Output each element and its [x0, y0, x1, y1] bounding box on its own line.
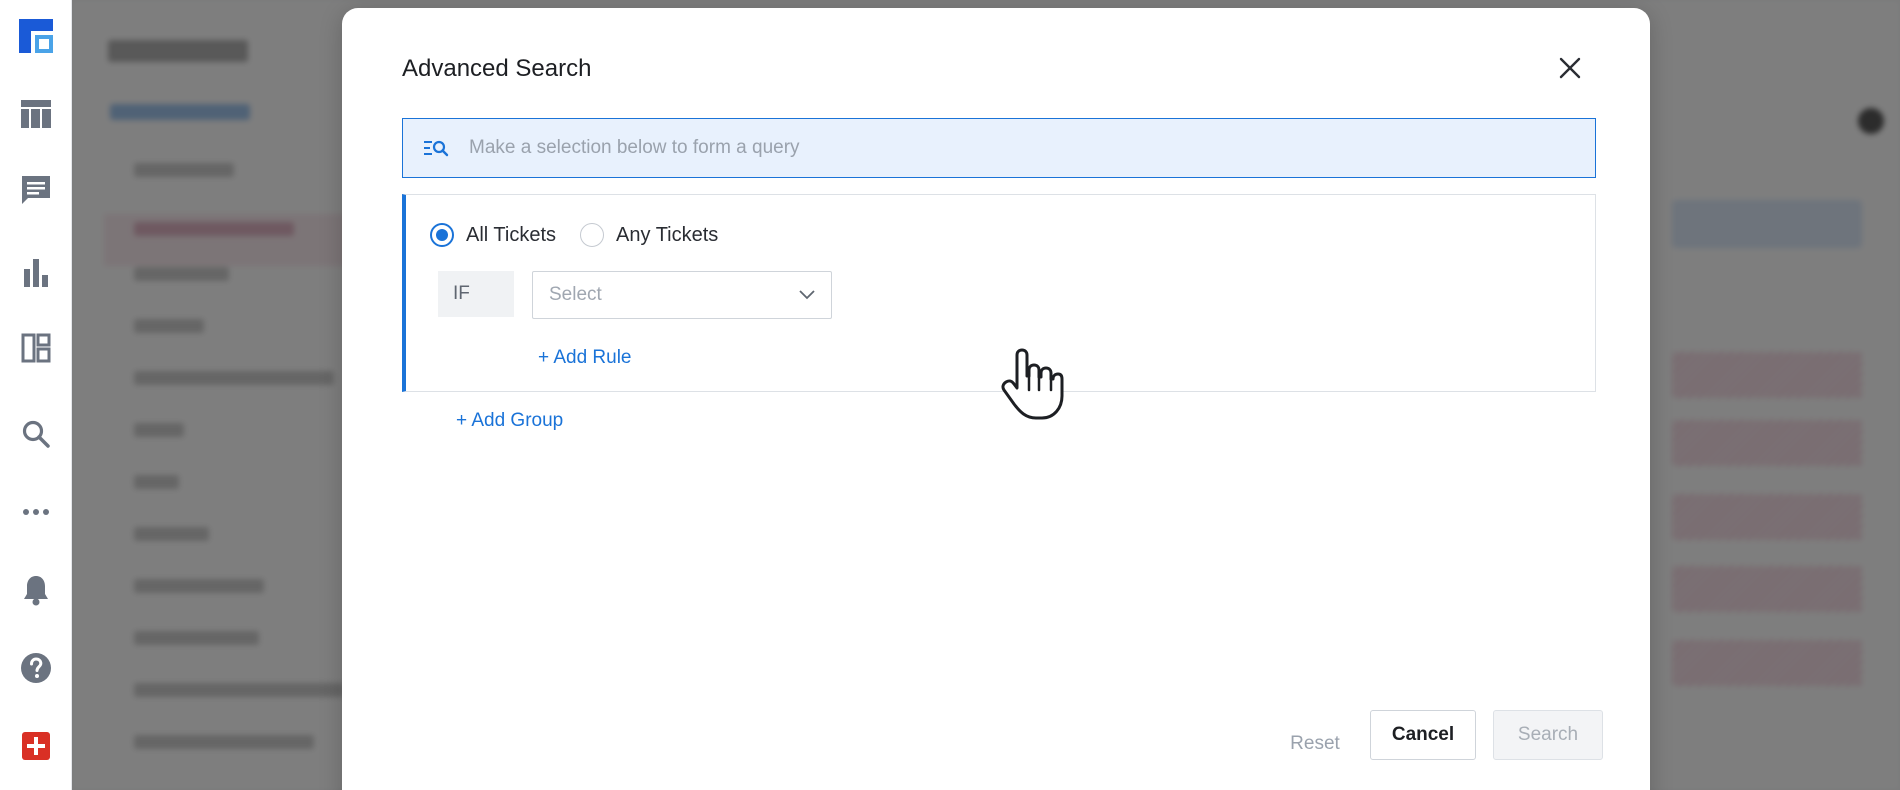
advanced-search-dialog: Advanced Search All Tickets Any Tickets … — [342, 8, 1650, 790]
query-search-icon — [424, 140, 449, 157]
add-group-button[interactable]: + Add Group — [456, 410, 563, 432]
cancel-button[interactable]: Cancel — [1370, 710, 1476, 760]
match-options: All Tickets Any Tickets — [430, 223, 742, 247]
bar-chart-icon[interactable] — [16, 252, 56, 292]
table-icon[interactable] — [16, 94, 56, 134]
chat-icon[interactable] — [16, 170, 56, 210]
query-input[interactable] — [469, 137, 1469, 159]
add-icon[interactable] — [16, 726, 56, 766]
dashboard-icon[interactable] — [16, 328, 56, 368]
radio-any-tickets[interactable]: Any Tickets — [580, 223, 718, 247]
chevron-down-icon — [799, 290, 815, 300]
more-icon[interactable] — [16, 492, 56, 532]
search-icon[interactable] — [16, 414, 56, 454]
rule-group: All Tickets Any Tickets IF Select + Add … — [402, 194, 1596, 392]
add-rule-button[interactable]: + Add Rule — [538, 347, 632, 369]
logo-icon[interactable] — [16, 16, 56, 56]
help-icon[interactable] — [16, 648, 56, 688]
radio-label: All Tickets — [466, 223, 557, 246]
dialog-title: Advanced Search — [402, 55, 592, 82]
radio-all-tickets[interactable]: All Tickets — [430, 223, 556, 247]
bell-icon[interactable] — [16, 570, 56, 610]
radio-indicator-selected[interactable] — [430, 223, 454, 247]
rule-field-select[interactable]: Select — [532, 271, 832, 319]
close-icon — [1559, 57, 1581, 79]
radio-label: Any Tickets — [616, 223, 719, 246]
rule-if-label: IF — [438, 271, 514, 317]
radio-indicator[interactable] — [580, 223, 605, 247]
query-bar[interactable] — [402, 118, 1596, 178]
close-button[interactable] — [1554, 52, 1586, 84]
select-placeholder: Select — [549, 284, 602, 305]
left-nav — [0, 0, 72, 790]
search-button[interactable]: Search — [1493, 710, 1603, 760]
reset-button[interactable]: Reset — [1280, 720, 1350, 768]
